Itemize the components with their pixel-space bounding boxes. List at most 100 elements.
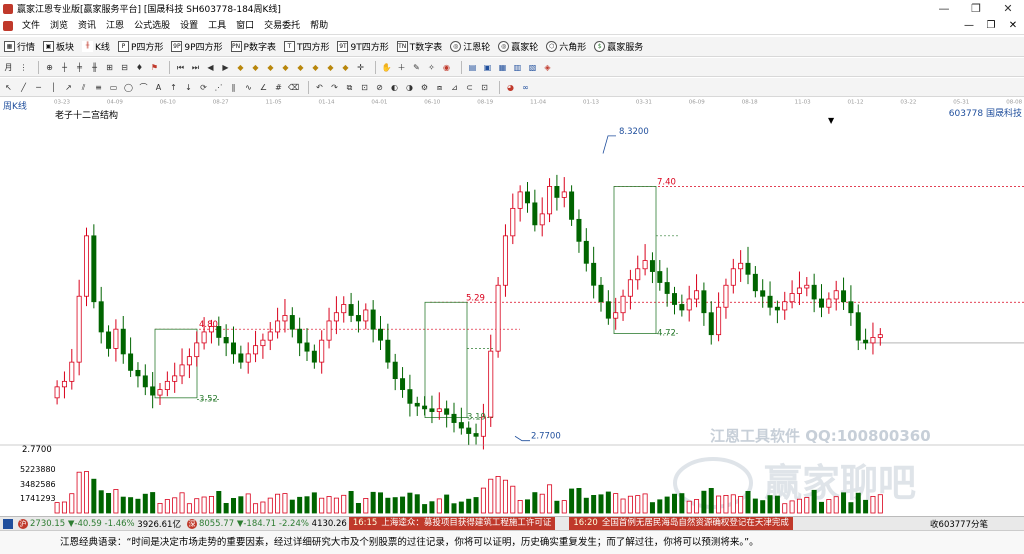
news-item-1[interactable]: 16:15 上海逵众：募投项目获得建筑工程施工许可证: [348, 517, 556, 530]
menu-settings[interactable]: 设置: [175, 17, 203, 35]
trend-line-icon[interactable]: ╱: [18, 82, 29, 93]
winner-wheel-button[interactable]: ◎ 赢家轮: [498, 40, 542, 53]
t-square-button[interactable]: T T四方形: [283, 40, 334, 53]
list-icon[interactable]: ▥: [512, 62, 523, 73]
palette-icon[interactable]: ◐: [389, 82, 400, 93]
menu-window[interactable]: 窗口: [231, 17, 259, 35]
snapshot-icon[interactable]: ⊡: [479, 82, 490, 93]
sz-index-value[interactable]: 8055.77: [199, 519, 234, 529]
measure-icon[interactable]: ⊿: [449, 82, 460, 93]
vline-icon[interactable]: │: [48, 82, 59, 93]
menu-help[interactable]: 帮助: [305, 17, 333, 35]
pencil-icon[interactable]: ✎: [411, 62, 422, 73]
channel-icon[interactable]: ⫽: [78, 82, 89, 93]
menu-app-icon[interactable]: [3, 20, 13, 31]
period-label[interactable]: 周K线: [3, 100, 27, 112]
text-icon[interactable]: A: [153, 82, 164, 93]
hand-icon[interactable]: ✋: [381, 62, 392, 73]
menu-browse[interactable]: 浏览: [45, 17, 73, 35]
winner-service-button[interactable]: $ 赢家服务: [594, 40, 647, 53]
gann-grid-icon[interactable]: ◆: [265, 62, 276, 73]
sector-button[interactable]: ▣ 板块: [43, 40, 78, 53]
hline-icon[interactable]: ─: [33, 82, 44, 93]
wave-icon[interactable]: ∿: [243, 82, 254, 93]
redo-icon[interactable]: ↷: [329, 82, 340, 93]
target-icon[interactable]: ◉: [441, 62, 452, 73]
menu-formula[interactable]: 公式选股: [129, 17, 175, 35]
dropdown-marker[interactable]: ▼: [828, 116, 835, 125]
menu-gann[interactable]: 江恩: [101, 17, 129, 35]
cycle-icon[interactable]: ⟳: [198, 82, 209, 93]
alert-icon[interactable]: ◈: [542, 62, 553, 73]
hide-icon[interactable]: ⊘: [374, 82, 385, 93]
gann-circle-icon[interactable]: ◆: [340, 62, 351, 73]
next-icon[interactable]: ▶: [220, 62, 231, 73]
export-icon[interactable]: ▧: [527, 62, 538, 73]
kline-chart[interactable]: 03-23 04-09 06-10 08-27 11-05 01-14 04-01 06-10…: [0, 98, 1024, 516]
property-icon[interactable]: ⚙: [419, 82, 430, 93]
lock-icon[interactable]: ⊡: [359, 82, 370, 93]
mdi-minimize-button[interactable]: —: [958, 17, 980, 35]
ellipse-icon[interactable]: ◯: [123, 82, 134, 93]
kline-button[interactable]: ╫ K线: [82, 40, 114, 53]
pin-icon[interactable]: ♦: [134, 62, 145, 73]
menu-tools[interactable]: 工具: [203, 17, 231, 35]
undo-icon[interactable]: ↶: [314, 82, 325, 93]
first-icon[interactable]: ⏮: [175, 62, 186, 73]
quotes-button[interactable]: ▦ 行情: [4, 40, 39, 53]
bar-icon[interactable]: ╪: [74, 62, 85, 73]
ray-icon[interactable]: ↗: [63, 82, 74, 93]
p-number-table-button[interactable]: PN P数字表: [230, 40, 280, 53]
9p-square-button[interactable]: 9P 9P四方形: [171, 40, 226, 53]
zoom-out-icon[interactable]: ⊟: [119, 62, 130, 73]
last-icon[interactable]: ⏭: [190, 62, 201, 73]
menu-info[interactable]: 资讯: [73, 17, 101, 35]
zoom-in-icon[interactable]: ⊞: [104, 62, 115, 73]
color-wheel-icon[interactable]: ◕: [505, 82, 516, 93]
save-icon[interactable]: ▣: [482, 62, 493, 73]
p-square-button[interactable]: P P四方形: [117, 40, 167, 53]
grid-tool-icon[interactable]: #: [273, 82, 284, 93]
flag-icon[interactable]: ⚑: [149, 62, 160, 73]
crosshair-icon[interactable]: ⊕: [44, 62, 55, 73]
table-icon[interactable]: ▦: [497, 62, 508, 73]
t-number-table-button[interactable]: TN T数字表: [396, 40, 447, 53]
mdi-restore-button[interactable]: ❐: [980, 17, 1002, 35]
arrow-down-icon[interactable]: ↓: [183, 82, 194, 93]
prev-icon[interactable]: ◀: [205, 62, 216, 73]
infinity-icon[interactable]: ∞: [520, 82, 531, 93]
arc-icon[interactable]: ⌒: [138, 82, 149, 93]
arrow-up-icon[interactable]: ↑: [168, 82, 179, 93]
gann-wheel-button[interactable]: ◎ 江恩轮: [450, 40, 494, 53]
monitor-icon[interactable]: ▤: [467, 62, 478, 73]
tag-icon[interactable]: ✧: [426, 62, 437, 73]
menu-file[interactable]: 文件: [17, 17, 45, 35]
9t-square-button[interactable]: 9T 9T四方形: [337, 40, 392, 53]
magnet-icon[interactable]: ⊂: [464, 82, 475, 93]
hexagon-button[interactable]: ⬡ 六角形: [546, 40, 590, 53]
delete-icon[interactable]: ⌫: [288, 82, 299, 93]
plus-icon[interactable]: ＋: [396, 62, 407, 73]
gann-box-icon[interactable]: ◆: [250, 62, 261, 73]
gann-angle-icon[interactable]: ◆: [280, 62, 291, 73]
mdi-close-button[interactable]: ✕: [1002, 17, 1024, 35]
cross-tool-icon[interactable]: ✛: [355, 62, 366, 73]
cursor-icon[interactable]: ⋮: [18, 62, 29, 73]
fan-icon[interactable]: ⋰: [213, 82, 224, 93]
gann-fan-icon[interactable]: ◆: [235, 62, 246, 73]
copy-icon[interactable]: ⧉: [344, 82, 355, 93]
candle-icon[interactable]: ┼: [59, 62, 70, 73]
news-item-2[interactable]: 16:20 全国首例无居民海岛自然资源确权登记在天津完成: [569, 517, 793, 530]
line-icon[interactable]: ╫: [89, 62, 100, 73]
minimize-button[interactable]: —: [928, 0, 960, 17]
layer-icon[interactable]: ⧈: [434, 82, 445, 93]
angle-icon[interactable]: ∠: [258, 82, 269, 93]
restore-button[interactable]: ❐: [960, 0, 992, 17]
close-button[interactable]: ✕: [992, 0, 1024, 17]
sh-index-value[interactable]: 2730.15: [30, 519, 65, 529]
status-grid-icon[interactable]: [3, 518, 13, 529]
parallel-icon[interactable]: ∥: [228, 82, 239, 93]
style-icon[interactable]: ◑: [404, 82, 415, 93]
fibonacci-icon[interactable]: ≡: [93, 82, 104, 93]
menu-trade[interactable]: 交易委托: [259, 17, 305, 35]
